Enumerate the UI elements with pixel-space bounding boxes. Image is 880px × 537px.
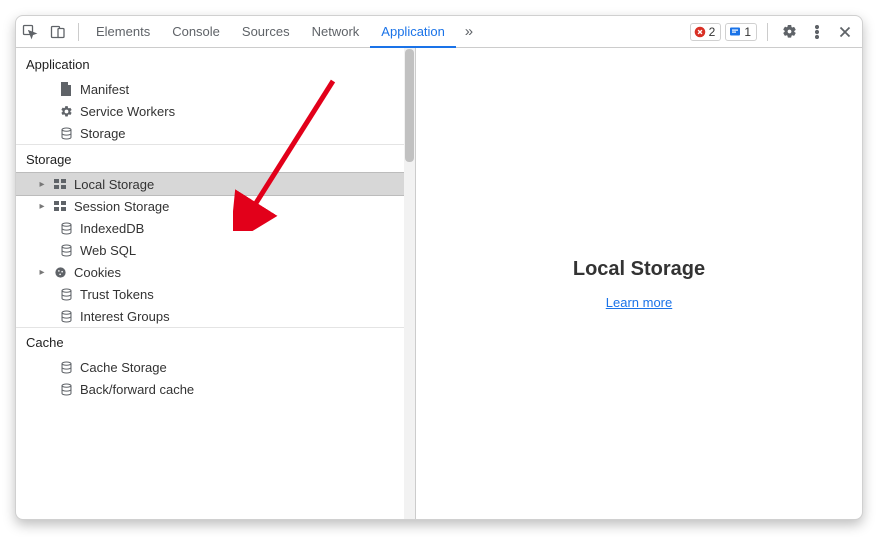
grid-icon [52, 198, 68, 214]
disclosure-triangle[interactable]: ▸ [38, 201, 46, 212]
kebab-icon [815, 25, 819, 39]
item-label: Cookies [74, 265, 121, 280]
close-icon [839, 26, 851, 38]
settings-button[interactable] [776, 16, 802, 48]
document-icon [58, 81, 74, 97]
database-icon [58, 220, 74, 236]
main-panel: Local Storage Learn more [416, 48, 862, 519]
section-application: Application [16, 48, 415, 78]
grid-icon [52, 176, 68, 192]
error-badge[interactable]: 2 [690, 23, 722, 41]
more-button[interactable] [804, 16, 830, 48]
tab-network[interactable]: Network [301, 16, 371, 48]
item-label: IndexedDB [80, 221, 144, 236]
item-label: Local Storage [74, 177, 154, 192]
section-storage: Storage [16, 144, 415, 173]
item-label: Storage [80, 126, 126, 141]
item-trust-tokens[interactable]: ▸ Trust Tokens [16, 283, 415, 305]
item-label: Cache Storage [80, 360, 167, 375]
issues-badge[interactable]: 1 [725, 23, 757, 41]
item-label: Back/forward cache [80, 382, 194, 397]
item-label: Service Workers [80, 104, 175, 119]
item-websql[interactable]: ▸ Web SQL [16, 239, 415, 261]
item-label: Manifest [80, 82, 129, 97]
item-cache-storage[interactable]: ▸ Cache Storage [16, 356, 415, 378]
device-toolbar-button[interactable] [44, 16, 72, 48]
item-label: Trust Tokens [80, 287, 154, 302]
tab-elements[interactable]: Elements [85, 16, 161, 48]
item-bf-cache[interactable]: ▸ Back/forward cache [16, 378, 415, 400]
learn-more-link[interactable]: Learn more [606, 295, 672, 310]
panel-heading: Local Storage [573, 258, 705, 281]
database-icon [58, 286, 74, 302]
item-cookies[interactable]: ▸ Cookies [16, 261, 415, 283]
disclosure-triangle[interactable]: ▸ [38, 267, 46, 278]
item-label: Session Storage [74, 199, 169, 214]
gear-icon [782, 24, 797, 39]
toolbar-separator [767, 23, 768, 41]
item-app-storage[interactable]: ▸ Storage [16, 122, 415, 144]
section-cache: Cache [16, 327, 415, 356]
item-label: Web SQL [80, 243, 136, 258]
tab-application[interactable]: Application [370, 16, 456, 48]
tabs-overflow-button[interactable]: » [456, 16, 482, 48]
application-sidebar: Application ▸ Manifest ▸ Service Workers… [16, 48, 416, 519]
item-local-storage[interactable]: ▸ Local Storage [16, 173, 415, 195]
error-icon [694, 26, 706, 38]
database-icon [58, 308, 74, 324]
tab-sources[interactable]: Sources [231, 16, 301, 48]
gear-icon [58, 103, 74, 119]
toolbar-separator [78, 23, 79, 41]
inspect-element-button[interactable] [16, 16, 44, 48]
database-icon [58, 381, 74, 397]
item-label: Interest Groups [80, 309, 170, 324]
item-session-storage[interactable]: ▸ Session Storage [16, 195, 415, 217]
database-icon [58, 359, 74, 375]
database-icon [58, 242, 74, 258]
close-devtools-button[interactable] [832, 16, 858, 48]
cookie-icon [52, 264, 68, 280]
issues-count: 1 [744, 25, 751, 39]
error-count: 2 [709, 25, 716, 39]
database-icon [58, 125, 74, 141]
disclosure-triangle[interactable]: ▸ [38, 179, 46, 190]
issues-icon [729, 26, 741, 38]
devtools-toolbar: Elements Console Sources Network Applica… [16, 16, 862, 48]
item-manifest[interactable]: ▸ Manifest [16, 78, 415, 100]
tab-console[interactable]: Console [161, 16, 231, 48]
scrollbar-thumb[interactable] [405, 49, 414, 162]
item-interest-groups[interactable]: ▸ Interest Groups [16, 305, 415, 327]
panel-tabs: Elements Console Sources Network Applica… [85, 16, 456, 48]
item-indexeddb[interactable]: ▸ IndexedDB [16, 217, 415, 239]
item-service-workers[interactable]: ▸ Service Workers [16, 100, 415, 122]
